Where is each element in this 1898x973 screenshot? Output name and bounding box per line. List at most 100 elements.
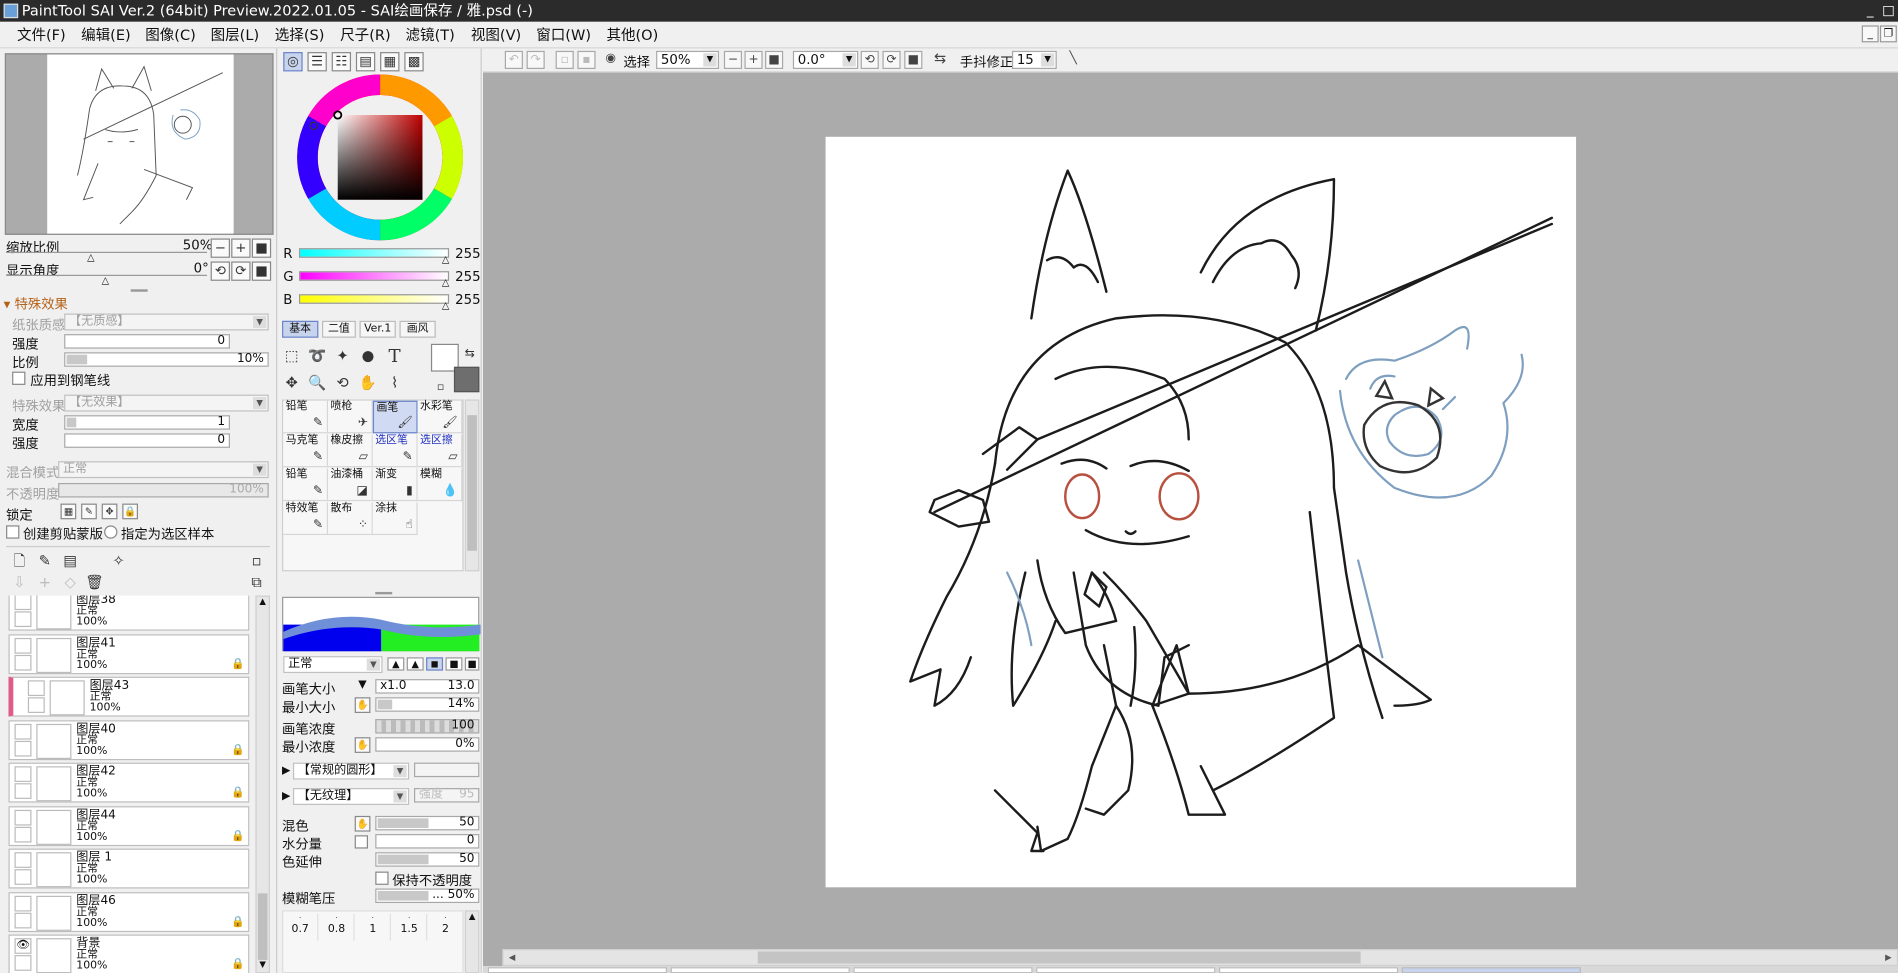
brush-slot[interactable]: 模糊 💧 [417, 468, 463, 502]
lock-paint-button[interactable]: ✎ [81, 503, 97, 520]
size-preset[interactable]: · 1 [356, 913, 391, 941]
splitter-handle[interactable] [375, 591, 393, 595]
canvas-paper[interactable] [825, 136, 1577, 888]
width-slider[interactable]: 1 [64, 415, 230, 430]
min-size-slider[interactable]: 14% [375, 697, 480, 712]
zoom-reset-button[interactable]: ■ [251, 238, 272, 258]
texture-expand-icon[interactable]: ▶ [282, 790, 290, 802]
brush-slot[interactable]: 选区笔 ✎ [372, 434, 418, 468]
brush-slot[interactable]: 选区擦 ▱ [417, 434, 463, 468]
menu-image[interactable]: 图像(C) [145, 25, 196, 44]
scroll-down-icon[interactable]: ▼ [257, 960, 269, 972]
edge-hard-icon[interactable]: ■ [445, 657, 463, 671]
brush-slot[interactable]: 橡皮擦 ▱ [328, 434, 373, 468]
layer-row[interactable]: 图层43 正常 100% [8, 676, 250, 717]
scroll-left-icon[interactable]: ◀ [504, 950, 521, 965]
menu-layer[interactable]: 图层(L) [211, 25, 259, 44]
canvas-zoom-select[interactable]: 50% ▼ [656, 50, 720, 69]
brush-slot[interactable]: 油漆桶 ◪ [328, 468, 373, 502]
doc-restore-button[interactable]: ❐ [1879, 25, 1897, 43]
canvas-rotate-cw-button[interactable]: ⟳ [882, 50, 901, 69]
layer-visibility-toggle[interactable]: 👁 [14, 938, 32, 954]
hand-icon[interactable]: ✋ [357, 372, 379, 394]
min-density-slider[interactable]: 0% [375, 737, 480, 752]
lasso-icon[interactable]: ➰ [306, 345, 328, 367]
brush-grid-scroll-thumb[interactable] [467, 415, 477, 551]
scroll-up-icon[interactable]: ▲ [466, 912, 478, 924]
zoom-in-button[interactable]: + [231, 238, 251, 258]
green-slider[interactable] [298, 271, 450, 281]
swap-colors-icon[interactable]: ⇆ [459, 344, 481, 366]
brush-mode-select[interactable]: 正常 ▼ [283, 656, 383, 674]
layer-visibility-toggle[interactable] [14, 723, 32, 740]
brush-shape-select[interactable]: 【常规的圆形】 ▼ [292, 762, 410, 780]
minimize-button[interactable]: _ [1862, 1, 1879, 19]
zoom-slider-handle[interactable]: △ [87, 252, 94, 263]
tool-tab-binary[interactable]: 二值 [321, 320, 356, 338]
hsv-slider-mode-icon[interactable]: ☷ [331, 52, 352, 72]
angle-slider-handle[interactable]: △ [102, 275, 109, 286]
secondary-color-swatch[interactable] [453, 366, 480, 393]
rect-select-icon[interactable]: ⬚ [281, 345, 303, 367]
size-preset[interactable]: · 0.7 [283, 913, 319, 941]
brush-slot[interactable]: 喷枪 ✈ [328, 400, 373, 434]
brush-slot[interactable]: 画笔 🖌 [372, 400, 418, 434]
doc-tab[interactable] [487, 967, 667, 973]
brush-slot[interactable]: 水彩笔 🖌 [417, 400, 463, 434]
effect-select[interactable]: 【无效果】 ▼ [64, 394, 269, 412]
brush-slot[interactable]: 铅笔 ✎ [283, 468, 329, 502]
layer-link-toggle[interactable] [14, 654, 32, 671]
zoom-slider[interactable] [6, 251, 207, 253]
layer-link-toggle[interactable] [14, 912, 32, 928]
ratio-slider[interactable]: 10% [64, 352, 269, 367]
size-preset[interactable]: · 1.5 [392, 913, 428, 941]
brush-texture-select[interactable]: 【无纹理】 ▼ [292, 788, 410, 805]
new-layer-mask-icon[interactable]: ✧ [108, 550, 130, 572]
texture-strength-slider[interactable]: 强度 95 [413, 788, 480, 803]
opacity-slider[interactable]: 100% [58, 482, 269, 498]
size-preset[interactable]: · 0.8 [320, 913, 355, 941]
menu-ruler[interactable]: 尺子(R) [340, 25, 390, 44]
effects-header[interactable]: ▾ 特殊效果 [4, 294, 68, 313]
brush-slot[interactable]: 散布 ⁘ [328, 502, 373, 536]
layer-row[interactable]: 图层42 正常 100% 🔒 [8, 762, 250, 803]
magic-wand-icon[interactable]: ✦ [332, 345, 354, 367]
doc-minimize-button[interactable]: _ [1861, 25, 1879, 43]
rotate-ccw-button[interactable]: ⟲ [210, 261, 230, 281]
layer-list-scrollbar[interactable]: ▲ ▼ [255, 595, 270, 973]
new-folder-icon[interactable]: ▤ [59, 550, 81, 572]
canvas-zoom-out-button[interactable]: − [723, 50, 743, 69]
color-wheel-mode-icon[interactable]: ◎ [283, 52, 303, 72]
green-slider-handle[interactable]: △ [442, 277, 449, 288]
layer-visibility-toggle[interactable] [14, 637, 32, 654]
swatch-mode-icon[interactable]: ▦ [380, 52, 400, 72]
stretch-slider[interactable]: 50 [375, 852, 480, 867]
red-slider[interactable] [298, 248, 450, 258]
pressure-toggle-icon[interactable]: ✋ [354, 697, 371, 713]
size-dropdown-icon[interactable]: ▼ [358, 679, 366, 691]
doc-tab[interactable] [1036, 967, 1216, 973]
paper-texture-select[interactable]: 【无质感】 ▼ [64, 313, 269, 331]
edge-round-icon[interactable]: ◼ [426, 657, 444, 671]
layer-row[interactable]: 图层44 正常 100% 🔒 [8, 805, 250, 846]
lock-move-button[interactable]: ✥ [101, 503, 118, 520]
transparent-color-icon[interactable]: ▫ [430, 376, 452, 398]
new-pen-layer-icon[interactable]: ✎ [34, 550, 56, 572]
density-slider[interactable]: 100 [375, 719, 480, 734]
menu-filter[interactable]: 滤镜(T) [406, 25, 455, 44]
zoom-tool-icon[interactable]: 🔍 [306, 372, 328, 394]
layer-link-toggle[interactable] [27, 697, 45, 713]
layer-settings-icon[interactable]: ▫ [246, 550, 268, 572]
transfer-down-icon[interactable]: ⇩ [8, 571, 30, 593]
canvas-zoom-in-button[interactable]: + [744, 50, 763, 69]
shape-icon[interactable]: ● [357, 345, 379, 367]
layer-row[interactable]: 图层38 正常 100% [8, 595, 250, 631]
text-tool-icon[interactable]: T [384, 345, 406, 367]
brush-slot[interactable]: 特效笔 ✎ [283, 502, 329, 536]
selection-source-radio[interactable] [104, 525, 118, 539]
mixer-mode-icon[interactable]: ▤ [355, 52, 376, 72]
edge-medium-icon[interactable]: ▲ [406, 657, 424, 671]
flip-horizontal-icon[interactable]: ⇆ [931, 50, 949, 69]
menu-window[interactable]: 窗口(W) [536, 25, 591, 44]
menu-edit[interactable]: 编辑(E) [81, 25, 131, 44]
